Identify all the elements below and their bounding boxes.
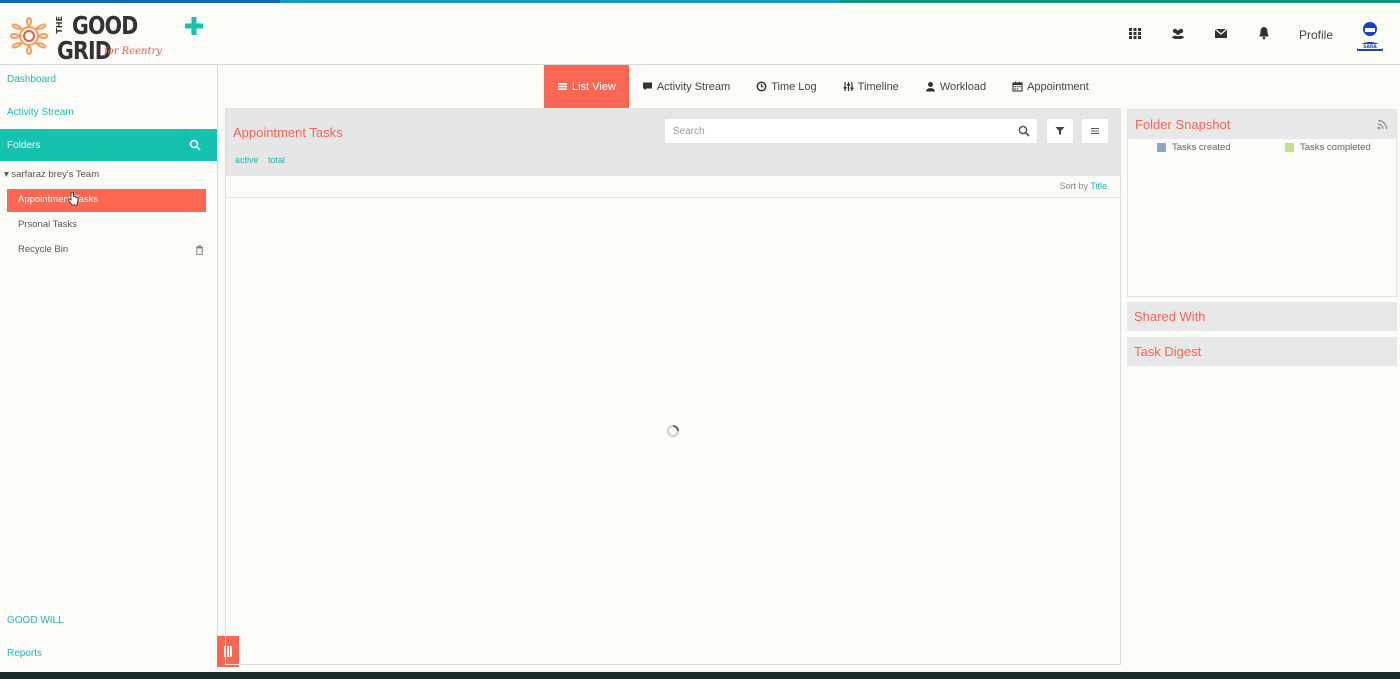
- search-input[interactable]: Search: [664, 118, 1038, 144]
- folder-label: Appointment Tasks: [18, 194, 99, 205]
- team-name: sarfaraz brey's Team: [11, 169, 100, 180]
- legend-swatch: [1285, 143, 1294, 152]
- the-good-grid-logo[interactable]: THE GOOD GRID for Reentry: [4, 8, 164, 65]
- tab-label: Timeline: [857, 80, 899, 93]
- task-digest-panel[interactable]: Task Digest: [1127, 337, 1397, 366]
- mail-icon[interactable]: [1213, 25, 1229, 41]
- app-header: THE GOOD GRID for Reentry Profile SARA: [0, 3, 1400, 65]
- sidebar-item-dashboard[interactable]: Dashboard: [7, 74, 56, 85]
- avatar[interactable]: SARA: [1354, 19, 1386, 53]
- rss-icon[interactable]: [1377, 119, 1388, 130]
- plus-icon[interactable]: [184, 16, 204, 36]
- loading-spinner-icon: [667, 425, 679, 437]
- caret-down-icon: ▾: [4, 169, 9, 180]
- folder-item-appointment-tasks[interactable]: Appointment Tasks: [7, 189, 206, 212]
- calendar-icon: [1012, 81, 1023, 92]
- avatar-label: SARA: [1363, 44, 1377, 50]
- tab-label: Appointment: [1027, 80, 1089, 93]
- search-icon[interactable]: [1018, 125, 1030, 137]
- tab-label: Activity Stream: [656, 80, 731, 93]
- list-icon: [558, 83, 567, 90]
- search-placeholder: Search: [673, 125, 705, 137]
- tab-label: List View: [572, 80, 616, 93]
- team-folder[interactable]: ▾ sarfaraz brey's Team: [4, 169, 99, 180]
- folder-snapshot-panel: Folder Snapshot Tasks created Tasks comp…: [1127, 109, 1397, 297]
- sidebar: Dashboard Activity Stream Folders ▾ sarf…: [0, 65, 218, 669]
- sort-label: Sort by: [1059, 181, 1088, 191]
- user-icon: [925, 82, 935, 92]
- logo-the-text: THE: [55, 16, 64, 34]
- sort-control[interactable]: Sort by Title: [1059, 181, 1107, 191]
- sort-row: Sort by Title: [226, 176, 1121, 198]
- tab-activity-stream[interactable]: Activity Stream: [629, 65, 743, 108]
- trash-icon[interactable]: [195, 245, 204, 255]
- folders-header[interactable]: Folders: [0, 129, 217, 161]
- legend-tasks-created: Tasks created: [1157, 142, 1231, 153]
- tab-timeline[interactable]: Timeline: [830, 65, 912, 108]
- sidebar-item-reports[interactable]: Reports: [7, 648, 42, 659]
- apps-grid-icon[interactable]: [1127, 25, 1143, 41]
- folder-item-recycle-bin[interactable]: Recycle Bin: [7, 239, 206, 262]
- filter-button[interactable]: [1046, 118, 1074, 144]
- task-digest-header: Task Digest: [1127, 337, 1397, 366]
- shared-with-header: Shared With: [1127, 302, 1397, 331]
- tab-list-view[interactable]: List View: [544, 65, 629, 108]
- search-icon[interactable]: [189, 139, 201, 151]
- shared-with-title: Shared With: [1134, 309, 1206, 324]
- tab-label: Time Log: [771, 80, 817, 93]
- task-list-panel: Appointment Tasks active total Search So…: [225, 108, 1121, 665]
- folder-label: Recycle Bin: [18, 244, 69, 255]
- sort-value[interactable]: Title: [1090, 181, 1107, 191]
- task-filter-links: active total: [235, 155, 292, 165]
- view-tabs: List View Activity Stream Time Log Timel…: [544, 65, 1102, 108]
- page-title: Appointment Tasks: [233, 125, 343, 140]
- sidebar-item-good-will[interactable]: GOOD WILL: [7, 615, 64, 626]
- hand-cursor-icon: [67, 192, 79, 206]
- filter-total-link[interactable]: total: [268, 155, 285, 165]
- comment-icon: [642, 82, 652, 91]
- flower-logo-icon: [10, 17, 48, 55]
- sliders-icon: [843, 82, 854, 91]
- clock-icon: [756, 81, 767, 92]
- folder-snapshot-header: Folder Snapshot: [1128, 110, 1396, 139]
- task-digest-title: Task Digest: [1134, 344, 1202, 359]
- legend-label: Tasks created: [1172, 142, 1231, 153]
- tab-label: Workload: [939, 80, 987, 93]
- filter-active-link[interactable]: active: [235, 155, 259, 165]
- filter-icon: [1055, 127, 1065, 135]
- logo-tagline: for Reentry: [104, 46, 162, 57]
- legend-label: Tasks completed: [1300, 142, 1371, 153]
- profile-link[interactable]: Profile: [1299, 28, 1333, 42]
- shared-with-panel[interactable]: Shared With: [1127, 302, 1397, 331]
- tab-appointment[interactable]: Appointment: [999, 65, 1102, 108]
- tab-time-log[interactable]: Time Log: [743, 65, 829, 108]
- bottom-bar: [0, 672, 1400, 679]
- bell-icon[interactable]: [1256, 25, 1272, 41]
- legend-tasks-completed: Tasks completed: [1285, 142, 1371, 153]
- legend-swatch: [1157, 143, 1166, 152]
- logo-grid-text: GRID: [57, 36, 112, 65]
- folder-label: Prsonal Tasks: [18, 219, 77, 230]
- users-icon[interactable]: [1170, 25, 1186, 41]
- folders-label: Folders: [7, 140, 41, 151]
- sidebar-item-activity-stream[interactable]: Activity Stream: [7, 107, 74, 118]
- tab-workload[interactable]: Workload: [912, 65, 999, 108]
- task-list-header: Appointment Tasks active total Search: [226, 108, 1121, 176]
- folder-snapshot-title: Folder Snapshot: [1135, 117, 1231, 132]
- hamburger-icon: [1091, 128, 1099, 134]
- folder-item-personal-tasks[interactable]: Prsonal Tasks: [7, 214, 206, 237]
- menu-button[interactable]: [1081, 118, 1109, 144]
